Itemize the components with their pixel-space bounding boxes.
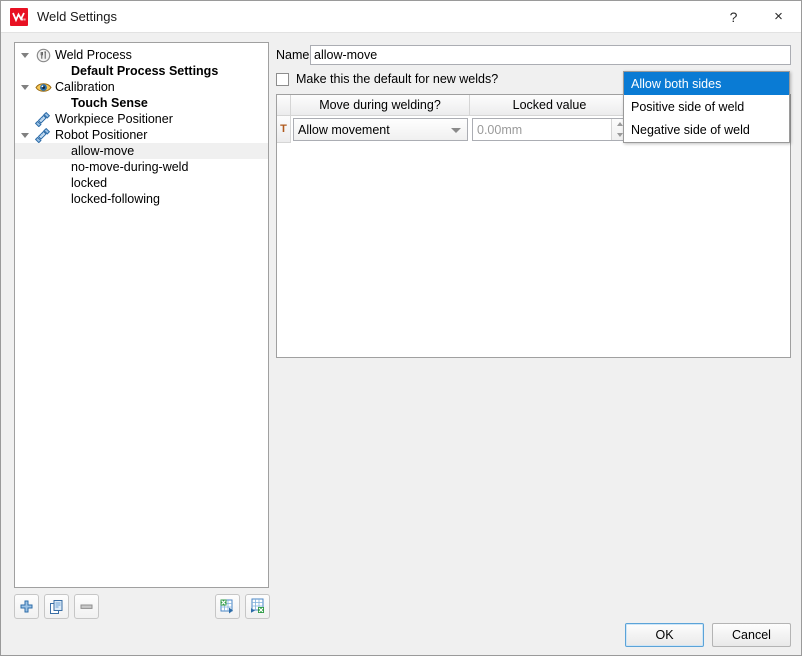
tree-item-default-process-settings[interactable]: Default Process Settings [15,63,268,79]
column-header-locked-value[interactable]: Locked value [470,95,630,116]
tree-item-weld-process[interactable]: Weld Process [15,47,268,63]
ok-button[interactable]: OK [625,623,704,647]
weld-app-icon [10,7,28,26]
tree-item-label: locked [71,176,108,190]
tree-item-robot-positioner[interactable]: Robot Positioner [15,127,268,143]
weld-process-icon [33,47,53,63]
minus-icon [80,604,93,609]
name-label: Name [276,48,310,62]
settings-tree[interactable]: Weld Process Default Process Settings Cali… [14,42,269,588]
default-for-new-welds-label: Make this the default for new welds? [296,72,499,86]
positioner-icon [33,127,53,143]
add-button[interactable] [14,594,39,619]
row-header-cell[interactable]: T [277,116,291,143]
tree-item-label: Touch Sense [71,96,148,110]
move-during-welding-value: Allow movement [298,122,390,137]
dropdown-option-positive-side-of-weld[interactable]: Positive side of weld [624,95,789,118]
title-divider [1,32,801,33]
export-spreadsheet-button[interactable] [245,594,270,619]
tree-item-label: Weld Process [55,48,132,62]
move-during-welding-combobox[interactable]: Allow movement [293,118,468,141]
locked-value-spinbox[interactable]: 0.00mm [472,118,628,141]
weld-process-icon [36,48,50,62]
locked-value-placeholder: 0.00mm [477,122,523,137]
cell-move-during-welding[interactable]: Allow movement [291,116,470,143]
tree-item-touch-sense[interactable]: Touch Sense [15,95,268,111]
expander-collapse-icon[interactable] [17,127,33,143]
help-button[interactable]: ? [711,1,756,32]
positioner-icon [33,111,53,127]
tree-item-label: no-move-during-weld [71,160,189,174]
export-excel-icon [251,598,264,613]
dropdown-option-negative-side-of-weld[interactable]: Negative side of weld [624,118,789,141]
cell-locked-value[interactable]: 0.00mm [470,116,630,143]
positioner-icon [34,111,50,127]
remove-button[interactable] [74,594,99,619]
tree-item-workpiece-positioner[interactable]: Workpiece Positioner [15,111,268,127]
tree-item-label: Robot Positioner [55,128,148,142]
cancel-button[interactable]: Cancel [712,623,791,647]
tree-item-label: locked-following [71,192,160,206]
chevron-down-icon[interactable] [451,127,461,133]
default-for-new-welds-checkbox[interactable] [276,72,289,86]
weld-settings-dialog: Weld Settings ? × Weld Process Default Pr… [0,0,802,656]
weld-side-dropdown-popup[interactable]: Allow both sides Positive side of weld Neg… [623,71,790,143]
dropdown-option-allow-both-sides[interactable]: Allow both sides [624,72,789,95]
tree-item-calibration[interactable]: Calibration [15,79,268,95]
tree-item-allow-move[interactable]: allow-move [15,143,268,159]
name-input[interactable] [310,45,791,65]
duplicate-button[interactable] [44,594,69,619]
plus-icon [20,600,33,613]
eye-icon [34,82,52,92]
tree-item-locked-following[interactable]: locked-following [15,191,268,207]
tree-item-label: Workpiece Positioner [55,112,173,126]
expander-collapse-icon[interactable] [17,79,33,95]
import-spreadsheet-button[interactable] [215,594,240,619]
default-for-new-welds-row[interactable]: Make this the default for new welds? [276,72,498,86]
eye-icon [33,79,53,95]
tree-item-label: Default Process Settings [71,64,219,78]
import-excel-icon [220,599,233,614]
tree-item-label: allow-move [71,144,135,158]
column-header-move-during-welding[interactable]: Move during welding? [291,95,470,116]
tree-item-no-move-during-weld[interactable]: no-move-during-weld [15,159,268,175]
title-bar: Weld Settings ? × [1,1,801,32]
tree-item-locked[interactable]: locked [15,175,268,191]
positioner-icon [34,127,50,143]
window-title: Weld Settings [37,9,117,24]
table-corner-header [277,95,291,116]
expander-collapse-icon[interactable] [17,47,33,63]
close-button[interactable]: × [756,1,801,32]
copy-pages-icon [49,599,62,614]
tree-item-label: Calibration [55,80,115,94]
